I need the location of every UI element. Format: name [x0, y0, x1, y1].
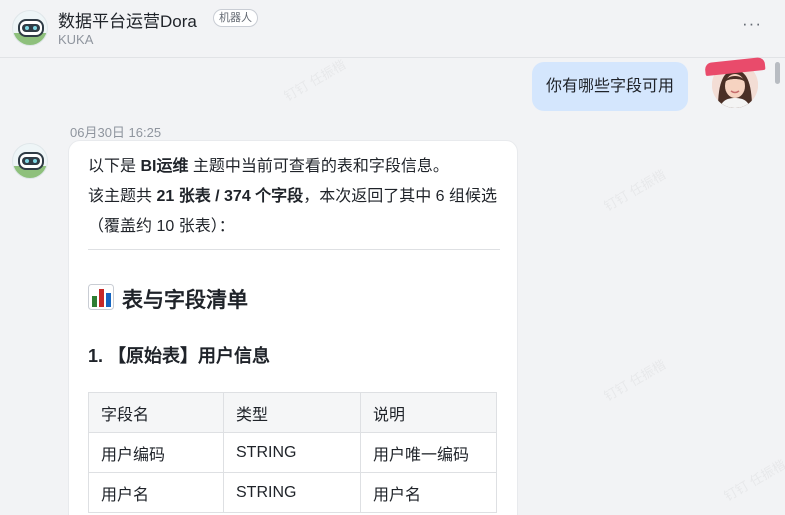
message-timestamp: 06月30日 16:25 [70, 125, 162, 140]
scrollbar[interactable] [775, 62, 780, 84]
table-row: 用户编码 STRING 用户唯一编码 [88, 432, 497, 473]
chat-title: 数据平台运营Dora [58, 12, 197, 31]
topic-name: BI运维 [140, 158, 189, 175]
divider [88, 249, 500, 250]
table-cell: STRING [223, 432, 361, 473]
table-field-counts: 21 张表 / 374 个字段 [156, 188, 304, 205]
watermark: 钉钉 任振楷 [601, 166, 669, 215]
section-heading: 表与字段清单 [88, 284, 248, 316]
table-cell: STRING [223, 472, 361, 513]
intro-text: 主题中当前可查看的表和字段信息。 [188, 158, 449, 175]
bot-avatar[interactable] [12, 143, 48, 179]
bot-avatar[interactable] [12, 10, 48, 46]
table-cell: 用户唯一编码 [360, 432, 497, 473]
column-header: 说明 [360, 392, 497, 433]
table-row: 用户名 STRING 用户名 [88, 472, 497, 513]
column-header: 字段名 [88, 392, 224, 433]
user-message-bubble[interactable]: 你有哪些字段可用 [532, 62, 689, 111]
watermark: 钉钉 任振楷 [281, 56, 349, 105]
table-header-row: 字段名 类型 说明 [88, 392, 497, 433]
bar-chart-icon [88, 284, 114, 316]
heading-text: 表与字段清单 [122, 289, 248, 312]
chat-header: 数据平台运营Dora 机器人 KUKA ··· [0, 0, 785, 58]
intro-text: 以下是 [88, 158, 141, 175]
subsection-title: 1. 【原始表】用户信息 [88, 346, 271, 366]
watermark: 钉钉 任振楷 [721, 456, 785, 505]
watermark: 钉钉 任振楷 [601, 356, 669, 405]
chat-subtitle: KUKA [58, 32, 94, 47]
table-cell: 用户名 [88, 472, 224, 513]
table-cell: 用户编码 [88, 432, 224, 473]
bot-tag: 机器人 [213, 9, 258, 27]
column-header: 类型 [223, 392, 361, 433]
table-cell: 用户名 [360, 472, 497, 513]
bot-message-card[interactable]: 以下是 BI运维 主题中当前可查看的表和字段信息。该主题共 21 张表 / 37… [68, 140, 518, 515]
fields-table: 字段名 类型 说明 用户编码 STRING 用户唯一编码 用户名 STRING … [88, 392, 497, 513]
intro-text: 该主题共 [88, 188, 157, 205]
message-intro: 以下是 BI运维 主题中当前可查看的表和字段信息。该主题共 21 张表 / 37… [88, 152, 508, 242]
more-horizontal-icon[interactable]: ··· [741, 15, 763, 39]
